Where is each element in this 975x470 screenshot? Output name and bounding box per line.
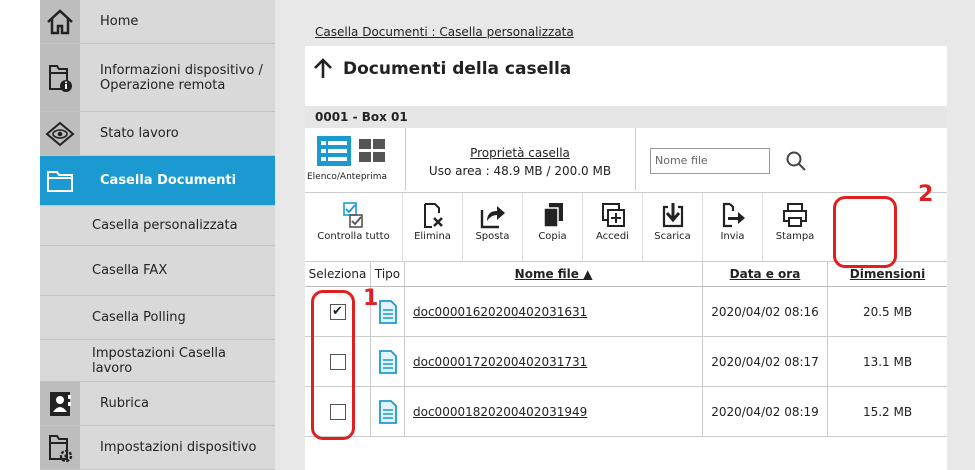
filename-link[interactable]: doc00001620200402031631 <box>405 287 703 336</box>
copy-icon <box>542 203 563 228</box>
page-title-row: Documenti della casella <box>313 58 571 80</box>
document-file-icon <box>378 299 397 324</box>
sidebar-item-label: Impostazioni Casella lavoro <box>92 345 226 376</box>
join-label: Accedi <box>596 231 629 242</box>
breadcrumb[interactable]: Casella Documenti : Casella personalizza… <box>315 25 574 39</box>
date-cell: 2020/04/02 08:17 <box>703 337 828 386</box>
filename-link[interactable]: doc00001720200402031731 <box>405 337 703 386</box>
folder-icon <box>40 156 80 205</box>
device-info-icon <box>40 44 80 111</box>
delete-document-icon <box>423 203 443 228</box>
type-cell <box>371 387 405 436</box>
view-toggle-label: Elenco/Anteprima <box>307 172 388 182</box>
checkbox-check-icon <box>342 202 363 228</box>
sidebar-item-label: Casella FAX <box>92 263 168 278</box>
copy-button[interactable]: Copia <box>523 193 583 261</box>
type-column-header: Tipo <box>371 262 405 286</box>
thumbnail-view-icon[interactable] <box>359 139 385 163</box>
view-toggle[interactable]: Elenco/Anteprima <box>305 128 406 190</box>
table-row[interactable]: ✔ doc00001620200402031631 2020/04/02 08:… <box>305 287 947 337</box>
select-column-header: Seleziona <box>305 262 371 286</box>
size-cell: 20.5 MB <box>862 304 913 319</box>
move-label: Sposta <box>475 231 510 242</box>
annotation-number-1: 1 <box>363 286 379 311</box>
list-view-icon[interactable] <box>317 136 351 166</box>
print-label: Stampa <box>775 231 815 242</box>
name-column-header[interactable]: Nome file ▲ <box>405 262 703 286</box>
addressbook-icon <box>40 382 80 425</box>
box-usage: Uso area : 48.9 MB / 200.0 MB <box>428 164 612 178</box>
box-properties: Proprietà casella Uso area : 48.9 MB / 2… <box>405 128 636 190</box>
delete-button[interactable]: Elimina <box>403 193 463 261</box>
type-cell <box>371 337 405 386</box>
date-column-header[interactable]: Data e ora <box>703 262 828 286</box>
sidebar-item-label: Impostazioni dispositivo <box>100 440 257 455</box>
download-button[interactable]: Scarica <box>643 193 703 261</box>
move-button[interactable]: Sposta <box>463 193 523 261</box>
select-all-label: Controlla tutto <box>317 231 390 242</box>
highlight-checkbox-column <box>311 290 355 440</box>
device-settings-icon <box>40 426 80 469</box>
sidebar-item-polling-box[interactable]: Casella Polling <box>40 296 275 340</box>
date-cell: 2020/04/02 08:19 <box>703 387 828 436</box>
sidebar-item-label: Rubrica <box>100 396 150 411</box>
table-row[interactable]: doc00001720200402031731 2020/04/02 08:17… <box>305 337 947 387</box>
size-cell: 13.1 MB <box>862 354 913 369</box>
send-button[interactable]: Invia <box>703 193 763 261</box>
highlight-print-button <box>833 196 897 268</box>
print-button[interactable]: Stampa <box>763 193 827 261</box>
join-button[interactable]: Accedi <box>583 193 643 261</box>
sidebar-item-label: Casella personalizzata <box>92 218 238 233</box>
date-cell: 2020/04/02 08:16 <box>703 287 828 336</box>
sidebar-item-device-settings[interactable]: Impostazioni dispositivo <box>40 426 275 470</box>
sidebar: Home Informazioni dispositivo / Operazio… <box>40 0 275 470</box>
move-icon <box>480 206 505 229</box>
sidebar-item-label: Casella Documenti <box>100 173 237 188</box>
select-all-button[interactable]: Controlla tutto <box>305 193 403 261</box>
back-arrow-icon[interactable] <box>313 58 333 80</box>
delete-label: Elimina <box>414 231 451 242</box>
home-icon <box>40 0 80 43</box>
annotation-number-2: 2 <box>918 182 934 207</box>
size-cell: 15.2 MB <box>862 404 913 419</box>
sidebar-item-job-status[interactable]: Stato lavoro <box>40 112 275 156</box>
sidebar-item-device-info[interactable]: Informazioni dispositivo / Operazione re… <box>40 44 275 112</box>
sidebar-item-document-box[interactable]: Casella Documenti <box>40 156 275 206</box>
sidebar-item-custom-box[interactable]: Casella personalizzata <box>40 206 275 246</box>
sidebar-item-label: Stato lavoro <box>100 126 179 141</box>
sidebar-item-home[interactable]: Home <box>40 0 275 44</box>
download-icon <box>662 203 683 228</box>
sidebar-item-label: Home <box>100 14 139 29</box>
download-label: Scarica <box>654 231 691 242</box>
eye-icon <box>40 112 80 155</box>
sidebar-item-label: Casella Polling <box>92 310 186 325</box>
filename-link[interactable]: doc00001820200402031949 <box>405 387 703 436</box>
sidebar-item-fax-box[interactable]: Casella FAX <box>40 246 275 296</box>
copy-label: Copia <box>538 231 567 242</box>
join-icon <box>601 203 625 227</box>
search-icon[interactable] <box>785 150 807 172</box>
document-file-icon <box>378 349 397 374</box>
send-icon <box>722 202 745 228</box>
page-title: Documenti della casella <box>343 59 572 79</box>
filename-search-input[interactable]: Nome file <box>650 148 770 174</box>
sidebar-item-job-box-settings[interactable]: Impostazioni Casella lavoro <box>40 340 275 382</box>
table-row[interactable]: doc00001820200402031949 2020/04/02 08:19… <box>305 387 947 437</box>
send-label: Invia <box>720 231 745 242</box>
box-properties-link[interactable]: Proprietà casella <box>405 146 635 160</box>
breadcrumb-bar: Casella Documenti : Casella personalizza… <box>305 0 947 46</box>
printer-icon <box>783 203 807 227</box>
sidebar-item-addressbook[interactable]: Rubrica <box>40 382 275 426</box>
document-file-icon <box>378 399 397 424</box>
sidebar-item-label: Informazioni dispositivo / Operazione re… <box>100 62 263 93</box>
box-label: 0001 - Box 01 <box>305 106 947 128</box>
